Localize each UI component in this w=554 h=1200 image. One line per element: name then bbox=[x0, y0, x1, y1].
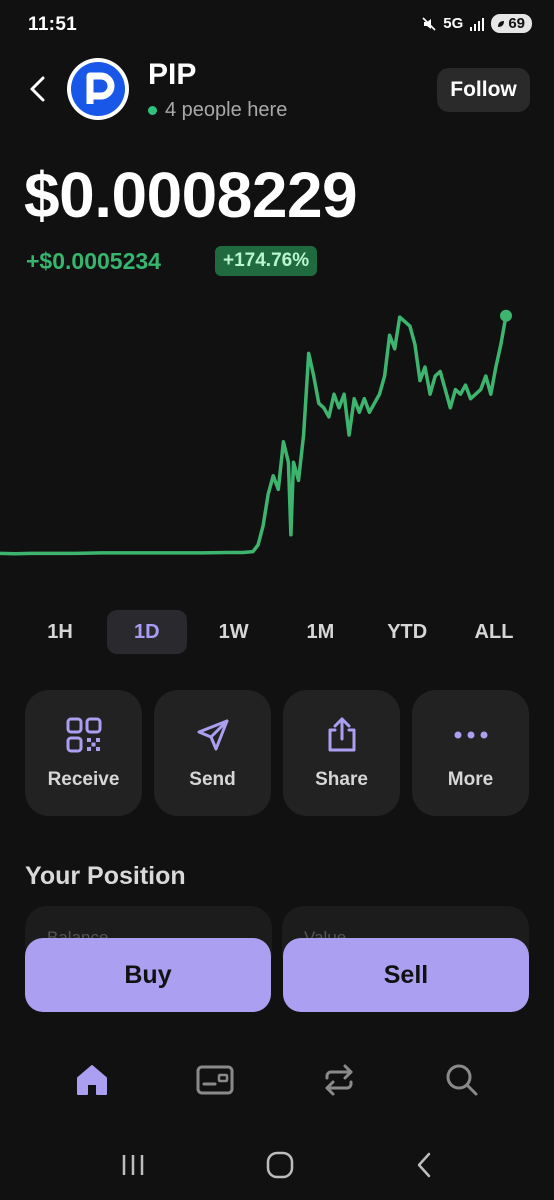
more-label: More bbox=[447, 769, 494, 790]
range-tab-1w[interactable]: 1W bbox=[194, 610, 274, 654]
battery-level: 69 bbox=[508, 15, 525, 32]
price-chart[interactable] bbox=[0, 290, 554, 580]
pip-logo-icon bbox=[86, 72, 115, 104]
price-change: +$0.0005234 bbox=[26, 248, 161, 274]
more-button[interactable]: More bbox=[412, 690, 529, 816]
action-row: Receive Send Share More bbox=[25, 690, 529, 816]
token-logo bbox=[67, 58, 129, 120]
send-icon bbox=[193, 715, 233, 755]
wallet-tab[interactable] bbox=[185, 1050, 245, 1110]
system-back-icon[interactable] bbox=[412, 1150, 436, 1180]
send-label: Send bbox=[189, 769, 236, 790]
system-navigation bbox=[0, 1130, 554, 1200]
position-title: Your Position bbox=[25, 862, 186, 890]
price-line bbox=[0, 313, 508, 556]
range-tab-all[interactable]: ALL bbox=[454, 610, 534, 654]
share-button[interactable]: Share bbox=[283, 690, 400, 816]
online-dot-icon bbox=[148, 106, 157, 115]
range-tab-1d[interactable]: 1D bbox=[106, 610, 187, 654]
home-tab[interactable] bbox=[62, 1050, 122, 1110]
mute-icon bbox=[422, 16, 436, 31]
share-icon bbox=[322, 715, 362, 755]
buy-button[interactable]: Buy bbox=[25, 938, 271, 1012]
home-button-icon[interactable] bbox=[265, 1150, 295, 1180]
range-tab-1m[interactable]: 1M bbox=[280, 610, 360, 654]
qr-code-icon bbox=[64, 715, 104, 755]
signal-icon bbox=[470, 17, 485, 31]
current-price-dot bbox=[500, 309, 512, 322]
range-tab-ytd[interactable]: YTD bbox=[367, 610, 447, 654]
more-dots-icon bbox=[451, 715, 491, 755]
current-price: $0.0008229 bbox=[24, 159, 358, 231]
send-button[interactable]: Send bbox=[154, 690, 271, 816]
recent-apps-icon[interactable] bbox=[118, 1152, 148, 1178]
range-tab-1h[interactable]: 1H bbox=[20, 610, 100, 654]
home-icon bbox=[76, 1065, 107, 1095]
status-icons: 5G 69 bbox=[421, 14, 532, 33]
sell-button[interactable]: Sell bbox=[283, 938, 529, 1012]
follow-button[interactable]: Follow bbox=[437, 68, 530, 112]
price-change-percent: +174.76% bbox=[215, 246, 318, 276]
swap-icon bbox=[325, 1064, 353, 1096]
search-tab[interactable] bbox=[432, 1050, 492, 1110]
wallet-icon bbox=[196, 1065, 234, 1095]
share-label: Share bbox=[315, 769, 368, 790]
receive-label: Receive bbox=[47, 769, 120, 790]
swap-tab[interactable] bbox=[309, 1050, 369, 1110]
time-range-selector: 1H 1D 1W 1M YTD ALL bbox=[20, 610, 534, 654]
status-time: 11:51 bbox=[28, 14, 78, 35]
token-name: PIP bbox=[148, 58, 197, 91]
battery-saver-icon bbox=[498, 20, 505, 27]
presence-indicator: 4 people here bbox=[148, 99, 287, 122]
battery-indicator: 69 bbox=[491, 14, 532, 33]
back-icon[interactable] bbox=[24, 74, 54, 104]
network-label: 5G bbox=[443, 15, 464, 32]
search-icon bbox=[446, 1064, 478, 1096]
receive-button[interactable]: Receive bbox=[25, 690, 142, 816]
bottom-nav bbox=[0, 1030, 554, 1130]
presence-text: 4 people here bbox=[165, 99, 288, 121]
